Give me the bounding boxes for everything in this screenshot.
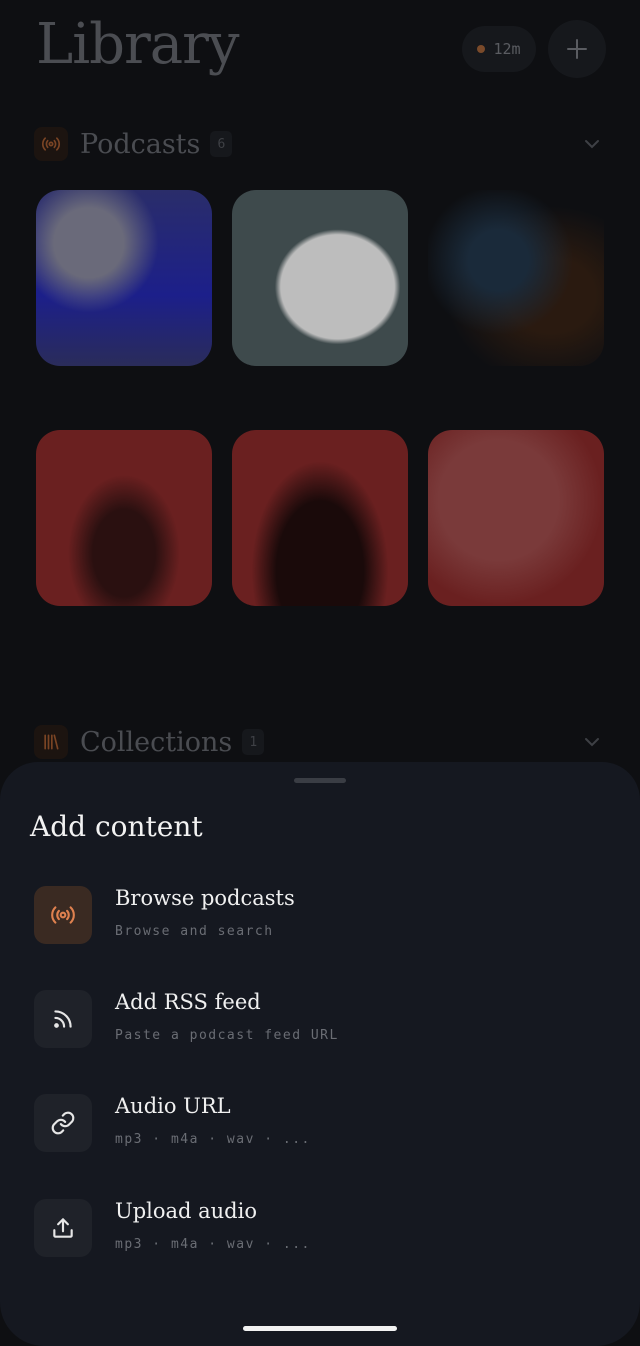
- podcast-icon: [34, 886, 92, 944]
- option-subtitle: mp3 · m4a · wav · ...: [115, 1132, 311, 1147]
- link-icon: [34, 1094, 92, 1152]
- option-label: Audio URL: [115, 1094, 231, 1118]
- option-label: Add RSS feed: [115, 990, 261, 1014]
- timer-pill[interactable]: 12m: [462, 26, 536, 72]
- section-title: Podcasts: [80, 128, 201, 160]
- add-rss-feed-option[interactable]: Add RSS feed Paste a podcast feed URL: [34, 990, 614, 1070]
- status-dot-icon: [477, 45, 486, 53]
- upload-icon: [34, 1199, 92, 1257]
- timer-label: 12m: [493, 40, 521, 58]
- option-subtitle: mp3 · m4a · wav · ...: [115, 1237, 311, 1252]
- add-content-sheet: Add content Browse podcasts Browse and s…: [0, 762, 640, 1346]
- podcast-artwork[interactable]: [36, 430, 212, 606]
- podcast-artwork[interactable]: [232, 190, 408, 366]
- sheet-title: Add content: [30, 810, 203, 843]
- add-button[interactable]: [548, 20, 606, 78]
- collection-icon: [34, 725, 68, 759]
- podcast-artwork[interactable]: [428, 430, 604, 606]
- rss-icon: [34, 990, 92, 1048]
- browse-podcasts-option[interactable]: Browse podcasts Browse and search: [34, 886, 614, 966]
- podcast-artwork[interactable]: [232, 430, 408, 606]
- podcast-icon: [34, 127, 68, 161]
- home-indicator[interactable]: [243, 1326, 397, 1331]
- collections-section-header[interactable]: Collections 1: [34, 724, 265, 760]
- page-title: Library: [36, 12, 240, 77]
- section-count-badge: 1: [242, 729, 265, 755]
- option-subtitle: Paste a podcast feed URL: [115, 1028, 339, 1043]
- option-label: Browse podcasts: [115, 886, 295, 910]
- option-subtitle: Browse and search: [115, 924, 274, 939]
- sheet-drag-handle[interactable]: [294, 778, 346, 783]
- section-title: Collections: [80, 726, 233, 758]
- plus-icon: [567, 39, 587, 59]
- section-count-badge: 6: [210, 131, 233, 157]
- upload-audio-option[interactable]: Upload audio mp3 · m4a · wav · ...: [34, 1199, 614, 1279]
- chevron-down-icon[interactable]: [582, 732, 602, 752]
- podcast-artwork[interactable]: [428, 190, 604, 366]
- chevron-down-icon[interactable]: [582, 134, 602, 154]
- podcasts-section-header[interactable]: Podcasts 6: [34, 126, 233, 162]
- podcast-artwork[interactable]: [36, 190, 212, 366]
- audio-url-option[interactable]: Audio URL mp3 · m4a · wav · ...: [34, 1094, 614, 1174]
- option-label: Upload audio: [115, 1199, 257, 1223]
